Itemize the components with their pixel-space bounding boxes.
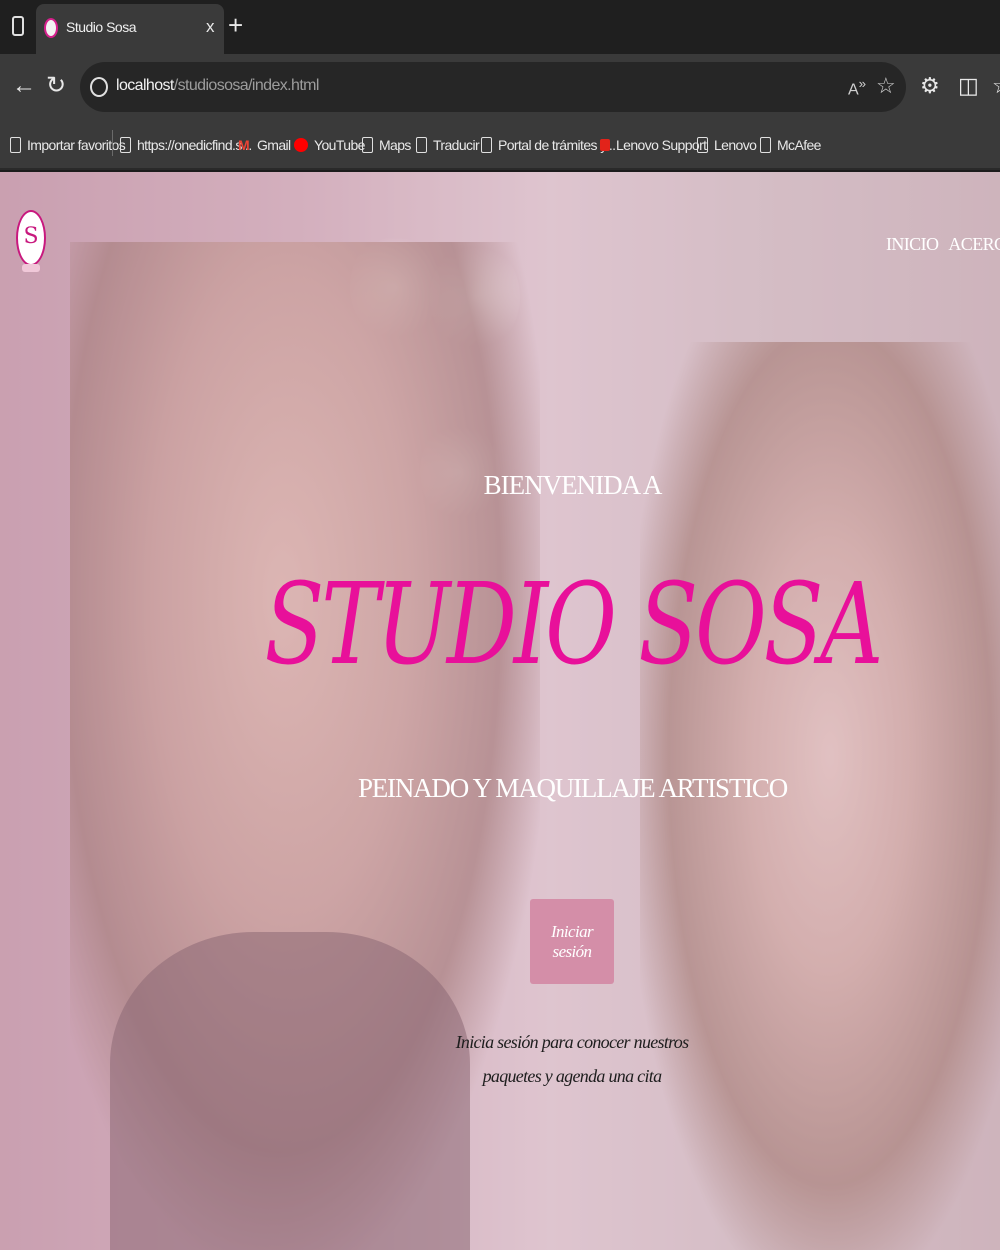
bookmark-separator [112, 130, 113, 156]
bookmark-onedicfind[interactable]: https://onedicfind.s... [120, 134, 252, 158]
page-icon [120, 137, 131, 153]
nav-acerca[interactable]: ACERCA D [948, 234, 1000, 254]
bookmark-portal-tramites[interactable]: Portal de trámites y... [481, 134, 616, 158]
studio-logo[interactable]: S [16, 210, 46, 272]
bookmark-importar-favoritos[interactable]: Importar favoritos [10, 134, 126, 158]
youtube-icon [294, 138, 308, 152]
new-tab-button[interactable]: + [228, 10, 243, 40]
tab-close-icon[interactable]: x [206, 17, 215, 37]
address-bar[interactable]: localhost/studiososa/index.html A» ☆ [80, 62, 906, 112]
tab-studio-sosa[interactable]: Studio Sosa x [36, 4, 224, 54]
tab-actions-icon[interactable] [8, 14, 30, 40]
refresh-icon[interactable]: ↻ [46, 74, 66, 98]
bookmark-mcafee[interactable]: McAfee [760, 134, 821, 158]
bookmark-traducir[interactable]: Traducir [416, 134, 480, 158]
favorites-icon[interactable]: ☆ [992, 74, 1000, 98]
import-icon [10, 137, 21, 153]
hero-tagline: PEINADO Y MAQUILLAJE ARTISTICO [357, 773, 788, 803]
page-icon [416, 137, 427, 153]
gmail-icon: M [238, 137, 250, 153]
read-aloud-icon[interactable]: A» [848, 76, 866, 99]
login-note-line-2: paquetes y agenda una cita [482, 1066, 662, 1086]
favorite-star-icon[interactable]: ☆ [876, 73, 896, 99]
tab-title: Studio Sosa [66, 19, 137, 35]
tab-favicon-icon [44, 18, 58, 38]
logo-letter: S [23, 224, 39, 249]
hero-title: STUDIO SOSA [264, 560, 884, 690]
lenovo-icon [600, 139, 610, 151]
bookmark-gmail[interactable]: M Gmail [238, 134, 291, 158]
url-text[interactable]: localhost/studiososa/index.html [116, 77, 319, 95]
back-icon[interactable]: ← [12, 74, 36, 98]
bookmark-youtube[interactable]: YouTube [294, 134, 365, 158]
bookmark-lenovo[interactable]: Lenovo [697, 134, 757, 158]
extensions-icon[interactable]: ⚙ [920, 74, 940, 98]
bookmarks-bar: Importar favoritos https://onedicfind.s.… [0, 122, 1000, 170]
login-note: Inicia sesión para conocer nuestros paqu… [440, 1025, 704, 1093]
page-icon [760, 137, 771, 153]
site-nav: INICIO ACERCA D [886, 234, 1000, 255]
tab-bar: Studio Sosa x + [0, 0, 1000, 54]
page-icon [362, 137, 373, 153]
split-screen-icon[interactable]: ◫ [958, 74, 979, 98]
browser-toolbar: ← ↻ localhost/studiososa/index.html A» ☆… [0, 54, 1000, 122]
login-button[interactable]: Iniciar sesión [530, 899, 614, 984]
login-note-line-1: Inicia sesión para conocer nuestros [455, 1032, 690, 1052]
page-icon [481, 137, 492, 153]
hero-section: S INICIO ACERCA D BIENVENIDA A STUDIO SOS… [0, 172, 1000, 1250]
bookmark-lenovo-support[interactable]: Lenovo Support [600, 134, 707, 158]
page-icon [697, 137, 708, 153]
site-info-icon[interactable] [90, 77, 108, 97]
hero-welcome: BIENVENIDA A [483, 470, 663, 500]
bookmark-maps[interactable]: Maps [362, 134, 411, 158]
nav-inicio[interactable]: INICIO [886, 234, 939, 254]
